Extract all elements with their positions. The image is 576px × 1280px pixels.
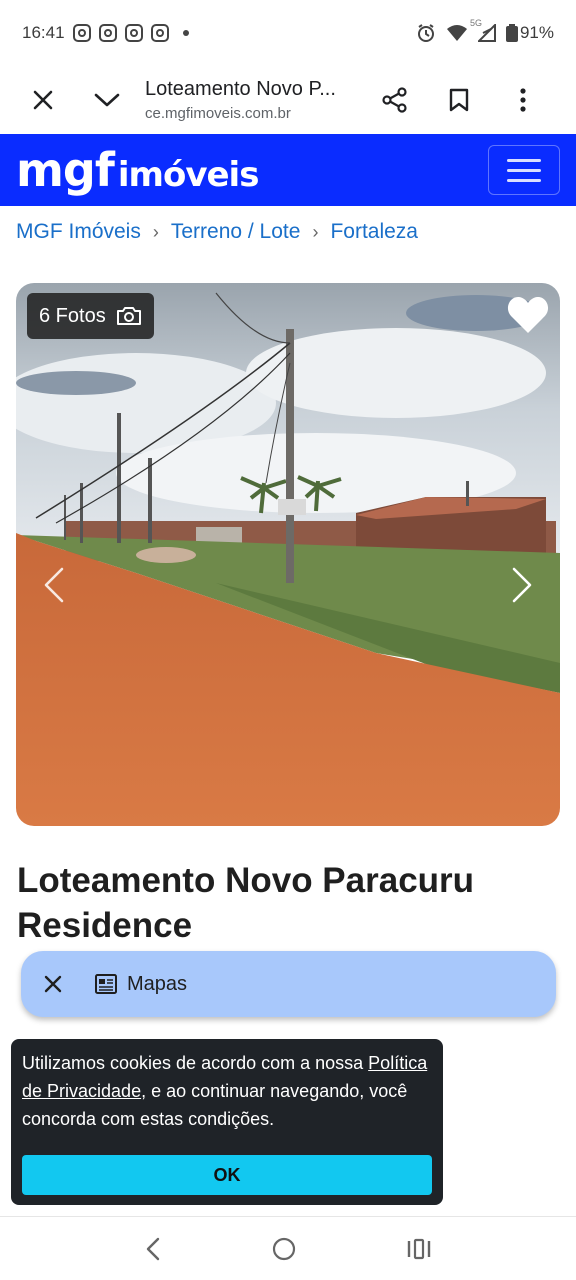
favorite-heart-icon[interactable]: [506, 293, 550, 337]
menu-icon-bar: [507, 178, 541, 182]
browser-toolbar: Loteamento Novo P... ce.mgfimoveis.com.b…: [0, 66, 576, 134]
bookmark-icon: [449, 88, 469, 112]
photo-count-label: 6 Fotos: [39, 304, 106, 327]
minimize-button[interactable]: [85, 78, 129, 122]
battery-indicator: 91%: [505, 23, 554, 43]
logo-main: mgf: [16, 143, 115, 197]
camera-icon: [116, 307, 141, 325]
cookie-text: Utilizamos cookies de acordo com a nossa…: [22, 1049, 432, 1133]
chevron-down-icon: [94, 93, 120, 107]
menu-icon-bar: [507, 168, 541, 172]
network-type-label: 5G: [469, 18, 482, 28]
status-bar: 16:41 5G 91%: [0, 0, 576, 66]
more-notifications-dot-icon: [182, 30, 189, 36]
battery-percent: 91%: [519, 23, 554, 42]
previous-photo-icon[interactable]: [44, 567, 64, 603]
breadcrumb-link-home[interactable]: MGF Imóveis: [16, 220, 141, 244]
map-article-icon: [95, 974, 117, 994]
maps-chip[interactable]: Mapas: [21, 951, 556, 1017]
breadcrumb-link-category[interactable]: Terreno / Lote: [171, 220, 301, 244]
listing-title: Loteamento Novo Paracuru Residence: [17, 861, 475, 945]
wifi-icon: [446, 25, 467, 41]
instagram-notification-icon: [124, 24, 143, 42]
photo-count-badge[interactable]: 6 Fotos: [27, 293, 154, 339]
breadcrumb-separator: ›: [152, 221, 159, 242]
status-right: 5G 91%: [416, 18, 554, 43]
url-block[interactable]: Loteamento Novo P... ce.mgfimoveis.com.b…: [145, 78, 359, 122]
share-icon: [382, 87, 407, 113]
next-photo-icon[interactable]: [512, 567, 532, 603]
bookmark-button[interactable]: [437, 78, 481, 122]
overflow-menu-button[interactable]: [501, 78, 545, 122]
listing-photo: [16, 283, 560, 826]
photo-gallery[interactable]: 6 Fotos: [16, 283, 560, 826]
status-time: 16:41: [22, 23, 65, 42]
menu-icon-bar: [507, 158, 541, 162]
page-title: Loteamento Novo P...: [145, 78, 336, 100]
maps-chip-label: Mapas: [127, 972, 188, 995]
instagram-notification-icon: [72, 24, 91, 42]
home-icon[interactable]: [272, 1237, 296, 1261]
logo-sub: imóveis: [117, 155, 260, 195]
system-nav-bar: [0, 1216, 576, 1280]
mobile-signal-icon: 5G: [470, 18, 496, 42]
recent-apps-icon[interactable]: [407, 1238, 431, 1260]
site-header: mgf imóveis: [0, 134, 576, 206]
cookie-text-before: Utilizamos cookies de acordo com a nossa: [22, 1053, 369, 1073]
instagram-notification-icon: [98, 24, 117, 42]
site-logo[interactable]: mgf imóveis: [16, 143, 260, 197]
status-left: 16:41: [22, 23, 189, 43]
page-host: ce.mgfimoveis.com.br: [145, 105, 291, 122]
close-tab-button[interactable]: [21, 78, 65, 122]
cookie-banner: Utilizamos cookies de acordo com a nossa…: [11, 1039, 443, 1205]
battery-icon: [505, 24, 518, 42]
close-icon[interactable]: [43, 974, 63, 994]
breadcrumb-link-city[interactable]: Fortaleza: [330, 220, 418, 244]
breadcrumb-separator: ›: [312, 221, 319, 242]
share-button[interactable]: [373, 78, 417, 122]
hamburger-menu-button[interactable]: [488, 145, 560, 195]
cookie-ok-button[interactable]: OK: [22, 1155, 432, 1195]
close-icon: [33, 90, 53, 110]
back-icon[interactable]: [145, 1237, 161, 1261]
more-vert-icon: [520, 88, 526, 112]
alarm-icon: [417, 24, 434, 42]
breadcrumb: MGF Imóveis › Terreno / Lote › Fortaleza: [16, 220, 418, 244]
instagram-notification-icon: [150, 24, 169, 42]
